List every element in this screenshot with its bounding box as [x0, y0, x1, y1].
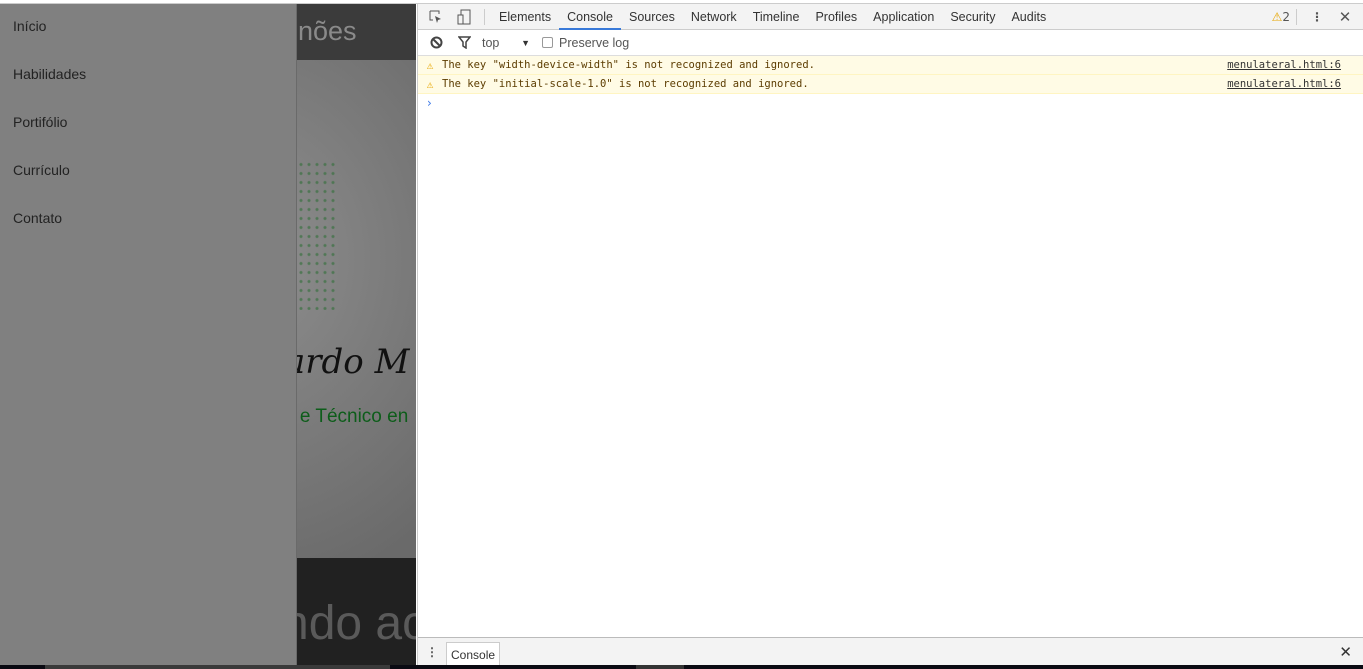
- console-message: ⚠ The key "width-device-width" is not re…: [418, 56, 1363, 75]
- divider: [1296, 9, 1297, 25]
- clear-console-icon[interactable]: [422, 36, 450, 49]
- filter-icon[interactable]: [450, 36, 478, 49]
- hero-subtitle: a e Técnico en: [284, 406, 409, 427]
- message-source-link[interactable]: menulateral.html:6: [1227, 59, 1341, 71]
- devtools-tabbar: Elements Console Sources Network Timelin…: [418, 4, 1363, 30]
- devtools-panel: Elements Console Sources Network Timelin…: [417, 4, 1363, 666]
- tab-sources[interactable]: Sources: [621, 4, 683, 30]
- message-text: The key "initial-scale-1.0" is not recog…: [442, 78, 809, 90]
- close-devtools-icon[interactable]: ✕: [1331, 8, 1359, 26]
- menu-item-portifolio[interactable]: Portifólio: [0, 100, 296, 148]
- drawer-menu-icon[interactable]: ⋮: [418, 645, 446, 659]
- tab-network[interactable]: Network: [683, 4, 745, 30]
- close-drawer-icon[interactable]: ✕: [1339, 643, 1352, 661]
- device-toolbar-icon[interactable]: [450, 9, 478, 25]
- warning-icon: ⚠: [426, 77, 434, 91]
- inspect-element-icon[interactable]: [422, 10, 450, 24]
- menu-item-contato[interactable]: Contato: [0, 196, 296, 244]
- divider: [484, 8, 485, 25]
- message-source-link[interactable]: menulateral.html:6: [1227, 78, 1341, 90]
- side-menu: Início Habilidades Portifólio Currículo …: [0, 4, 297, 665]
- taskbar-strip: [0, 665, 1363, 669]
- chevron-down-icon: ▼: [521, 37, 530, 48]
- welcome-heading: ndo ac: [282, 597, 416, 650]
- console-prompt[interactable]: ›: [418, 94, 1363, 112]
- devtools-drawer: ⋮ Console ✕: [418, 637, 1363, 666]
- context-selector[interactable]: top ▼: [478, 36, 538, 50]
- preserve-log-checkbox[interactable]: [542, 37, 553, 48]
- page-viewport: nões ardo M a e Técnico en ndo ac Início…: [0, 4, 416, 665]
- drawer-tab-console[interactable]: Console: [446, 641, 501, 666]
- tab-elements[interactable]: Elements: [491, 4, 559, 30]
- hero-decoration: [297, 160, 337, 310]
- tab-audits[interactable]: Audits: [1003, 4, 1054, 30]
- tab-application[interactable]: Application: [865, 4, 942, 30]
- warning-counter[interactable]: ⚠ 2: [1272, 10, 1290, 24]
- signature-text: ardo M: [285, 342, 410, 382]
- more-options-icon[interactable]: ⋮: [1303, 10, 1331, 24]
- warning-count: 2: [1282, 10, 1290, 24]
- warning-icon: ⚠: [1271, 10, 1283, 24]
- console-message: ⚠ The key "initial-scale-1.0" is not rec…: [418, 75, 1363, 94]
- page-header-title: nões: [298, 16, 357, 46]
- menu-item-inicio[interactable]: Início: [0, 4, 296, 52]
- context-value: top: [482, 35, 500, 50]
- menu-item-curriculo[interactable]: Currículo: [0, 148, 296, 196]
- menu-item-habilidades[interactable]: Habilidades: [0, 52, 296, 100]
- console-toolbar: top ▼ Preserve log: [418, 30, 1363, 56]
- tab-profiles[interactable]: Profiles: [807, 4, 865, 30]
- tab-timeline[interactable]: Timeline: [745, 4, 808, 30]
- preserve-log-label: Preserve log: [559, 35, 630, 50]
- message-text: The key "width-device-width" is not reco…: [442, 59, 815, 71]
- warning-icon: ⚠: [426, 58, 434, 72]
- tab-console[interactable]: Console: [559, 4, 621, 30]
- tab-security[interactable]: Security: [942, 4, 1003, 30]
